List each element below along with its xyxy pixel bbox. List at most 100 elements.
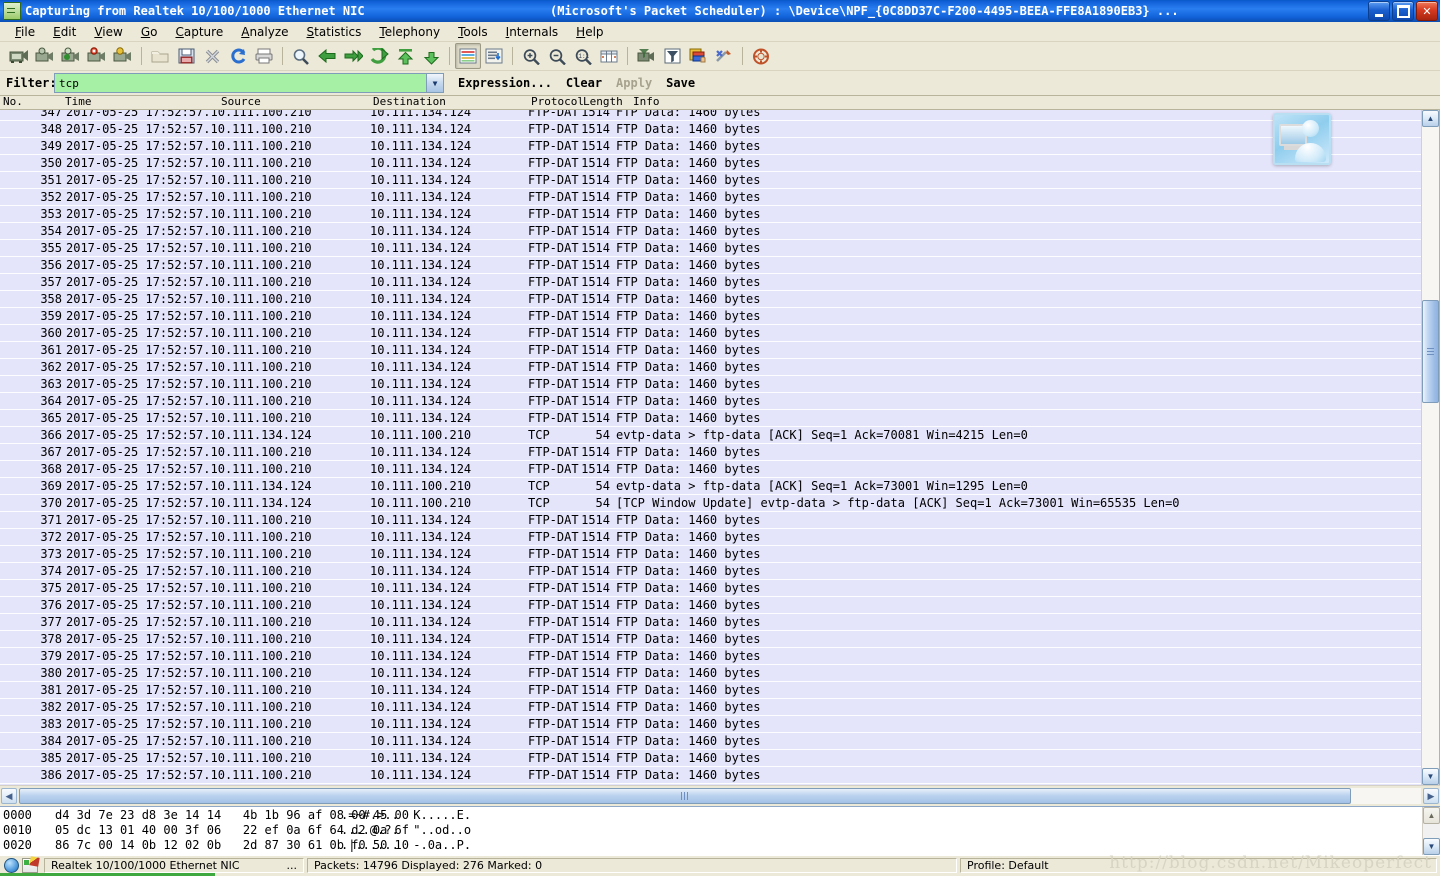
print-icon[interactable]: [251, 43, 277, 69]
capture-options-icon[interactable]: [32, 43, 58, 69]
horizontal-scroll-thumb[interactable]: [19, 788, 1351, 804]
stop-capture-icon[interactable]: [84, 43, 110, 69]
go-to-packet-icon[interactable]: [366, 43, 392, 69]
status-interface-cell[interactable]: Realtek 10/100/1000 Ethernet NIC ...: [44, 857, 304, 873]
open-file-icon[interactable]: [147, 43, 173, 69]
packet-row[interactable]: 379 2017-05-25 17:52:57.10.111.100.210 10.…: [0, 648, 1439, 665]
packet-row[interactable]: 362 2017-05-25 17:52:57.10.111.100.210 10.…: [0, 359, 1439, 376]
packet-row[interactable]: 370 2017-05-25 17:52:57.10.111.134.124 10.…: [0, 495, 1439, 512]
scroll-down-icon[interactable]: ▼: [1423, 838, 1440, 855]
packet-row[interactable]: 378 2017-05-25 17:52:57.10.111.100.210 10.…: [0, 631, 1439, 648]
packet-row[interactable]: 365 2017-05-25 17:52:57.10.111.100.210 10.…: [0, 410, 1439, 427]
menu-item-analyze[interactable]: Analyze: [232, 24, 297, 40]
menu-item-file[interactable]: File: [6, 24, 44, 40]
maximize-button[interactable]: [1392, 1, 1414, 21]
scroll-up-icon[interactable]: ▲: [1423, 807, 1440, 824]
menu-item-internals[interactable]: Internals: [497, 24, 568, 40]
column-header-destination[interactable]: Destination: [370, 96, 446, 108]
packet-row[interactable]: 364 2017-05-25 17:52:57.10.111.100.210 10.…: [0, 393, 1439, 410]
packet-row[interactable]: 371 2017-05-25 17:52:57.10.111.100.210 10.…: [0, 512, 1439, 529]
packet-row[interactable]: 368 2017-05-25 17:52:57.10.111.100.210 10.…: [0, 461, 1439, 478]
packet-row[interactable]: 353 2017-05-25 17:52:57.10.111.100.210 10.…: [0, 206, 1439, 223]
scroll-right-icon[interactable]: ▶: [1423, 788, 1439, 804]
packet-row[interactable]: 381 2017-05-25 17:52:57.10.111.100.210 10.…: [0, 682, 1439, 699]
zoom-in-icon[interactable]: [518, 43, 544, 69]
filter-input[interactable]: [55, 74, 426, 92]
auto-scroll-icon[interactable]: [481, 43, 507, 69]
vertical-scroll-thumb[interactable]: [1422, 300, 1439, 403]
packet-row[interactable]: 375 2017-05-25 17:52:57.10.111.100.210 10.…: [0, 580, 1439, 597]
close-button[interactable]: ✕: [1416, 1, 1438, 21]
packet-bytes-pane[interactable]: 0000 d4 3d 7e 23 d8 3e 14 14 4b 1b 96 af …: [0, 806, 1440, 855]
packet-row[interactable]: 382 2017-05-25 17:52:57.10.111.100.210 10.…: [0, 699, 1439, 716]
packet-row[interactable]: 383 2017-05-25 17:52:57.10.111.100.210 10.…: [0, 716, 1439, 733]
packet-row[interactable]: 367 2017-05-25 17:52:57.10.111.100.210 10.…: [0, 444, 1439, 461]
capture-filters-icon[interactable]: [633, 43, 659, 69]
packet-list-header[interactable]: No. Time Source Destination Protocol Length In…: [0, 96, 1440, 110]
packet-row[interactable]: 373 2017-05-25 17:52:57.10.111.100.210 10.…: [0, 546, 1439, 563]
colorize-icon[interactable]: [455, 43, 481, 69]
menu-item-telephony[interactable]: Telephony: [370, 24, 449, 40]
packet-row[interactable]: 357 2017-05-25 17:52:57.10.111.100.210 10.…: [0, 274, 1439, 291]
go-back-icon[interactable]: [314, 43, 340, 69]
packet-row[interactable]: 369 2017-05-25 17:52:57.10.111.134.124 10.…: [0, 478, 1439, 495]
resize-columns-icon[interactable]: [596, 43, 622, 69]
preferences-icon[interactable]: [711, 43, 737, 69]
go-forward-icon[interactable]: [340, 43, 366, 69]
packet-row[interactable]: 376 2017-05-25 17:52:57.10.111.100.210 10.…: [0, 597, 1439, 614]
start-capture-icon[interactable]: [58, 43, 84, 69]
go-first-packet-icon[interactable]: [392, 43, 418, 69]
packet-row[interactable]: 386 2017-05-25 17:52:57.10.111.100.210 10.…: [0, 767, 1439, 784]
packet-row[interactable]: 348 2017-05-25 17:52:57.10.111.100.210 10.…: [0, 121, 1439, 138]
packet-row[interactable]: 359 2017-05-25 17:52:57.10.111.100.210 10.…: [0, 308, 1439, 325]
packet-row[interactable]: 377 2017-05-25 17:52:57.10.111.100.210 10.…: [0, 614, 1439, 631]
packet-list-horizontal-scrollbar[interactable]: ◀ ▶: [0, 785, 1440, 806]
menu-item-capture[interactable]: Capture: [166, 24, 232, 40]
capture-file-properties-icon[interactable]: [22, 857, 38, 873]
expression-button[interactable]: Expression...: [458, 76, 552, 90]
reload-file-icon[interactable]: [225, 43, 251, 69]
menu-item-edit[interactable]: Edit: [44, 24, 85, 40]
expert-info-icon[interactable]: [4, 857, 19, 873]
packet-row[interactable]: 354 2017-05-25 17:52:57.10.111.100.210 10.…: [0, 223, 1439, 240]
help-icon[interactable]: [748, 43, 774, 69]
save-filter-button[interactable]: Save: [666, 76, 695, 90]
zoom-out-icon[interactable]: [544, 43, 570, 69]
column-header-length[interactable]: Length: [580, 96, 623, 108]
find-packet-icon[interactable]: [288, 43, 314, 69]
packet-row[interactable]: 360 2017-05-25 17:52:57.10.111.100.210 10.…: [0, 325, 1439, 342]
packet-row[interactable]: 355 2017-05-25 17:52:57.10.111.100.210 10.…: [0, 240, 1439, 257]
packet-row[interactable]: 361 2017-05-25 17:52:57.10.111.100.210 10.…: [0, 342, 1439, 359]
packet-row[interactable]: 352 2017-05-25 17:52:57.10.111.100.210 10.…: [0, 189, 1439, 206]
packet-row[interactable]: 380 2017-05-25 17:52:57.10.111.100.210 10.…: [0, 665, 1439, 682]
scroll-up-icon[interactable]: ▲: [1422, 110, 1439, 127]
hex-dump[interactable]: 0000 d4 3d 7e 23 d8 3e 14 14 4b 1b 96 af …: [0, 807, 1422, 855]
menu-item-tools[interactable]: Tools: [449, 24, 497, 40]
packet-row[interactable]: 385 2017-05-25 17:52:57.10.111.100.210 10.…: [0, 750, 1439, 767]
menu-item-help[interactable]: Help: [567, 24, 612, 40]
vertical-scroll-track[interactable]: [1422, 127, 1439, 768]
packet-row[interactable]: 384 2017-05-25 17:52:57.10.111.100.210 10.…: [0, 733, 1439, 750]
menu-item-go[interactable]: Go: [132, 24, 167, 40]
apply-filter-button[interactable]: Apply: [616, 76, 652, 90]
packet-row[interactable]: 358 2017-05-25 17:52:57.10.111.100.210 10.…: [0, 291, 1439, 308]
display-filters-icon[interactable]: [659, 43, 685, 69]
column-header-source[interactable]: Source: [218, 96, 261, 108]
scroll-down-icon[interactable]: ▼: [1422, 768, 1439, 785]
status-profile-cell[interactable]: Profile: Default: [960, 857, 1437, 873]
packet-row[interactable]: 356 2017-05-25 17:52:57.10.111.100.210 10.…: [0, 257, 1439, 274]
restart-capture-icon[interactable]: [110, 43, 136, 69]
packet-row[interactable]: 372 2017-05-25 17:52:57.10.111.100.210 10.…: [0, 529, 1439, 546]
column-header-time[interactable]: Time: [62, 96, 92, 108]
column-header-no[interactable]: No.: [0, 96, 23, 108]
column-header-protocol[interactable]: Protocol: [528, 96, 584, 108]
column-header-info[interactable]: Info: [630, 96, 660, 108]
chevron-down-icon[interactable]: ▼: [426, 74, 443, 92]
packet-row[interactable]: 366 2017-05-25 17:52:57.10.111.134.124 10.…: [0, 427, 1439, 444]
packet-row[interactable]: 363 2017-05-25 17:52:57.10.111.100.210 10.…: [0, 376, 1439, 393]
horizontal-scroll-track[interactable]: [19, 788, 1421, 804]
packet-row[interactable]: 347 2017-05-25 17:52:57.10.111.100.210 10.…: [0, 110, 1439, 121]
packet-row[interactable]: 374 2017-05-25 17:52:57.10.111.100.210 10.…: [0, 563, 1439, 580]
zoom-reset-icon[interactable]: 1:1: [570, 43, 596, 69]
minimize-button[interactable]: [1368, 1, 1390, 21]
